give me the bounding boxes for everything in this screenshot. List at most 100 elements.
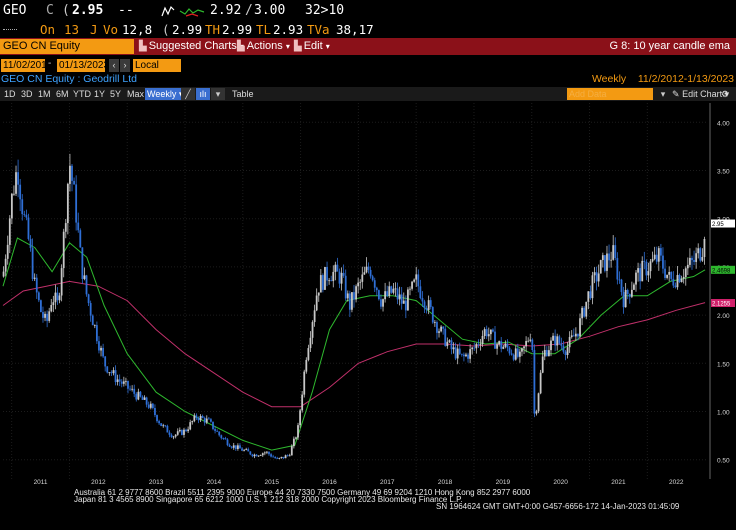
candle-body: [311, 322, 314, 338]
bid-ask-size: 32>10: [305, 3, 345, 18]
period-1y-button[interactable]: 1Y: [94, 88, 105, 100]
settings-icon[interactable]: ⚙: [721, 88, 729, 100]
candle-body: [525, 341, 528, 347]
candle-body: [357, 282, 360, 287]
candle-body: [682, 277, 685, 279]
candle-body: [284, 455, 287, 459]
candle-body: [62, 231, 65, 269]
candle-body: [222, 438, 225, 439]
add-data-dropdown-icon[interactable]: ▾: [656, 88, 670, 100]
candle-body: [691, 257, 693, 261]
period-5y-button[interactable]: 5Y: [110, 88, 121, 100]
candle-body: [272, 456, 275, 458]
candle-body: [203, 417, 206, 423]
candle-body: [394, 288, 397, 290]
candle-body: [319, 275, 322, 293]
frequency-select[interactable]: Weekly ▾: [145, 88, 186, 100]
candle-body: [19, 184, 22, 200]
low-value: 2.93: [273, 22, 304, 37]
candle-body: [91, 315, 94, 326]
candle-body: [189, 422, 192, 430]
edit-chart-icon: ✎: [672, 89, 680, 99]
candle-body: [122, 381, 125, 384]
candle-body: [676, 275, 679, 288]
candle-body: [510, 353, 513, 355]
candle-body: [251, 454, 254, 457]
period-max-button[interactable]: Max: [127, 88, 144, 100]
add-data-input[interactable]: Add Data: [567, 88, 653, 100]
candle-body: [69, 165, 71, 184]
candle-body: [359, 281, 362, 283]
candle-body: [116, 379, 119, 383]
candle-body: [427, 300, 430, 311]
candle-body: [56, 292, 59, 301]
quote-detail-row: R On 13 J Vo 12,8 ( 2.99 TH 2.99 TL 2.93…: [0, 20, 736, 55]
suggested-charts-menu[interactable]: ▙ Suggested Charts ▾: [139, 39, 244, 54]
candle-body: [6, 244, 9, 259]
candle-body: [384, 291, 387, 300]
style-dropdown-icon[interactable]: ▾: [211, 88, 225, 100]
candle-body: [618, 279, 621, 281]
currency-select[interactable]: Local CCY: [133, 59, 181, 84]
edit-icon: ▙: [294, 41, 302, 52]
period-ytd-button[interactable]: YTD: [73, 88, 91, 100]
candle-body: [351, 292, 353, 310]
bid-price: 2.92: [210, 3, 242, 18]
candles: [2, 153, 706, 460]
volume-value: 12,8: [122, 22, 153, 37]
candle-body: [489, 329, 492, 335]
candle-body: [87, 294, 90, 304]
candle-body: [659, 248, 662, 256]
candle-body: [342, 272, 345, 276]
candle-body: [282, 456, 285, 459]
candle-body: [158, 421, 160, 424]
start-date-input[interactable]: 11/02/2012: [1, 59, 52, 72]
candle-body: [657, 248, 660, 262]
end-date-input[interactable]: 01/13/2023: [57, 59, 109, 72]
candle-body: [365, 266, 368, 273]
candle-body: [548, 350, 550, 356]
suggested-charts-label: Suggested Charts: [148, 40, 237, 52]
candle-body: [236, 445, 239, 449]
candle-body: [228, 445, 231, 447]
candle-body: [247, 449, 250, 452]
actions-menu[interactable]: ▙ Actions ▾: [237, 39, 290, 54]
price-chart[interactable]: 4.003.503.002.502.001.501.000.5020112012…: [0, 101, 736, 486]
candle-body: [494, 331, 496, 349]
period-3d-button[interactable]: 3D: [21, 88, 33, 100]
candle-body: [363, 272, 366, 275]
candle-body: [604, 255, 606, 271]
candle-body: [313, 310, 316, 323]
candle-body: [597, 273, 600, 282]
footer-session-info: SN 1964624 GMT GMT+0:00 G457-6656-172 14…: [436, 502, 680, 511]
next-range-button[interactable]: ›: [120, 59, 130, 72]
prev-range-button[interactable]: ‹: [109, 59, 119, 72]
candle-body: [506, 343, 509, 348]
candle-body: [566, 347, 569, 356]
candle-body: [201, 416, 204, 418]
period-6m-button[interactable]: 6M: [56, 88, 69, 100]
edit-menu[interactable]: ▙ Edit ▾: [294, 39, 330, 54]
candle-body: [595, 272, 598, 282]
ticker-input[interactable]: GEO CN Equity: [0, 39, 134, 54]
candle-body: [624, 289, 627, 308]
table-button[interactable]: Table: [232, 88, 254, 100]
candle-body: [317, 292, 320, 296]
line-style-icon[interactable]: ╱: [181, 88, 195, 100]
candle-body: [556, 336, 559, 346]
candle-body: [552, 335, 554, 341]
candle-body: [655, 254, 658, 262]
candle-style-icon[interactable]: ılı: [196, 88, 210, 100]
j-label: J: [90, 22, 98, 37]
candle-body: [340, 272, 343, 284]
dropdown-arrow-icon: ▾: [285, 42, 290, 51]
candle-body: [50, 304, 53, 312]
candle-body: [541, 356, 544, 373]
candle-body: [587, 291, 590, 302]
candle-body: [315, 295, 318, 311]
period-1d-button[interactable]: 1D: [4, 88, 16, 100]
period-1m-button[interactable]: 1M: [38, 88, 51, 100]
candle-body: [181, 429, 183, 435]
candle-body: [666, 274, 669, 278]
candle-body: [419, 286, 422, 299]
